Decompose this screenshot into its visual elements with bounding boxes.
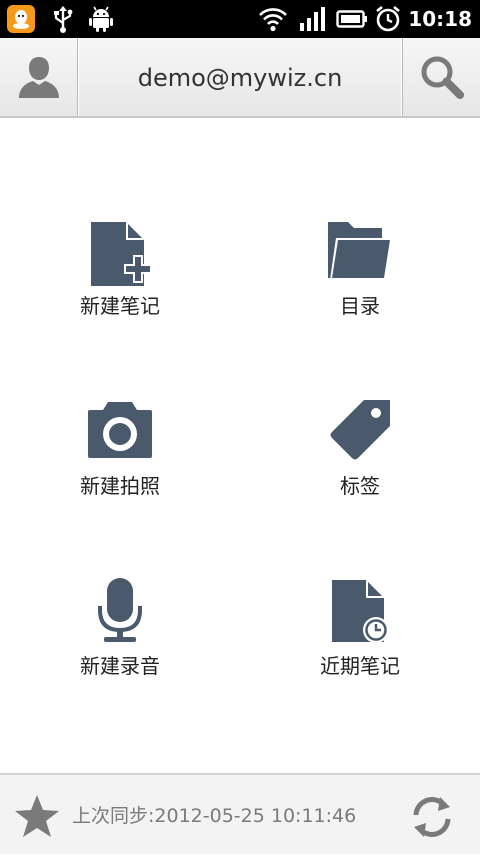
app-header: demo@mywiz.cn	[0, 38, 480, 118]
new-recording-label: 新建录音	[80, 654, 160, 678]
star-icon[interactable]	[14, 794, 60, 838]
recent-note-icon	[332, 580, 389, 643]
new-note-icon	[91, 222, 152, 286]
sync-footer: 上次同步:2012-05-25 10:11:46	[0, 773, 480, 854]
new-photo-button[interactable]: 新建拍照	[0, 400, 240, 580]
account-button[interactable]	[0, 38, 78, 116]
new-note-button[interactable]: 新建笔记	[0, 220, 240, 400]
new-photo-label: 新建拍照	[80, 474, 160, 498]
search-button[interactable]	[402, 38, 480, 116]
qq-notification-icon	[6, 5, 36, 33]
tags-button[interactable]: 标签	[240, 400, 480, 580]
account-email: demo@mywiz.cn	[137, 64, 343, 92]
tags-label: 标签	[340, 474, 380, 498]
directory-button[interactable]: 目录	[240, 220, 480, 400]
new-recording-button[interactable]: 新建录音	[0, 578, 240, 758]
last-sync-text: 上次同步:2012-05-25 10:11:46	[72, 805, 357, 827]
status-bar: 10:18	[0, 0, 480, 38]
alarm-icon	[374, 5, 402, 33]
microphone-icon	[98, 578, 142, 642]
sync-icon[interactable]	[408, 793, 456, 841]
recent-notes-button[interactable]: 近期笔记	[240, 578, 480, 758]
folder-icon	[328, 222, 392, 280]
recent-notes-label: 近期笔记	[320, 654, 400, 678]
usb-icon	[52, 5, 74, 33]
battery-icon	[336, 5, 368, 33]
signal-icon	[298, 5, 326, 33]
new-note-label: 新建笔记	[80, 294, 160, 318]
wifi-icon	[258, 5, 288, 33]
action-grid: 新建笔记 目录 新建拍照 标签 新建录音 近期笔记	[0, 120, 480, 773]
tag-icon	[330, 400, 390, 460]
directory-label: 目录	[340, 294, 380, 318]
status-clock: 10:18	[408, 7, 472, 31]
person-icon	[18, 57, 59, 98]
search-icon	[421, 56, 464, 99]
android-debug-icon	[88, 5, 114, 33]
camera-icon	[88, 402, 152, 458]
